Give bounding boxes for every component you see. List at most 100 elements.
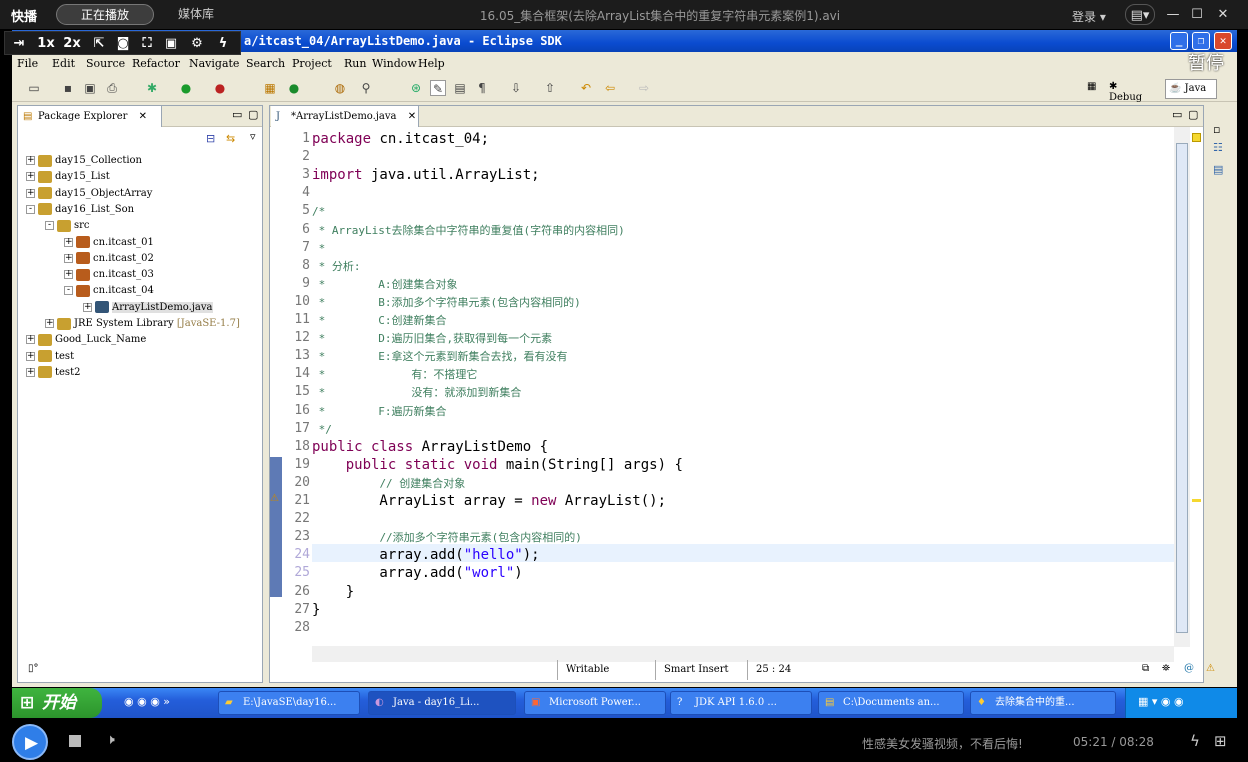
speed-2x-button[interactable]: 2x [61,35,83,52]
external-tools-icon[interactable]: ● [212,80,228,96]
view-menu-icon[interactable]: ▿ [250,130,256,143]
tree-item-label[interactable]: Good_Luck_Name [55,334,146,345]
quick-launch-icon[interactable]: ◉ ◉ ◉ » [124,695,170,708]
fit-screen-icon[interactable]: ⛶ [139,35,155,52]
code-line[interactable]: * D:遍历旧集合,获取得到每一个元素 [312,329,552,347]
grid-menu-icon[interactable]: ⊞ [1214,732,1227,750]
editor-tab-close-icon[interactable]: ✕ [408,111,416,122]
collapse-toggle-icon[interactable]: - [26,204,35,214]
status-icon-2[interactable]: ⛯ [1162,663,1170,674]
tree-item[interactable]: - src [45,218,90,234]
view-maximize-icon[interactable]: ▢ [248,108,258,121]
collapse-toggle-icon[interactable]: - [45,221,54,231]
task-eclipse[interactable]: ◐ Java - day16_Li... [368,691,516,715]
forward-icon[interactable]: ⇨ [636,80,652,96]
tree-item-label[interactable]: src [74,220,90,231]
login-label[interactable]: 登录 [1072,10,1096,24]
perspective-debug-label[interactable]: Debug [1109,92,1142,103]
tree-item[interactable]: + Good_Luck_Name [26,332,146,348]
code-line[interactable]: * 没有：就添加到新集合 [312,383,522,401]
volume-icon[interactable]: 🕨 [106,732,115,748]
perspective-java[interactable]: ☕ Java [1165,79,1217,99]
camera-icon[interactable]: ◙ [115,35,131,52]
overview-warning-icon[interactable] [1192,133,1201,142]
code-line[interactable]: } [312,601,320,619]
status-icon-4[interactable]: ⚠ [1206,663,1215,674]
link-with-editor-icon[interactable]: ⇆ [226,132,235,145]
expand-toggle-icon[interactable]: + [26,335,35,345]
code-line[interactable]: * 有：不搭理它 [312,365,478,383]
tab-close-icon[interactable]: ✕ [139,111,147,122]
code-area[interactable]: package cn.itcast_04; import java.util.Ar… [270,127,1174,647]
tab-media-library[interactable]: 媒体库 [156,4,236,25]
task-documents[interactable]: ▤ C:\Documents an... [818,691,964,715]
close-icon[interactable]: ✕ [1213,4,1233,25]
settings-icon[interactable]: ⚙ [189,35,205,52]
code-line[interactable]: } [312,583,354,601]
fast-view-icon[interactable]: ▯° [28,663,39,674]
package-explorer-tab[interactable]: ▤ Package Explorer ✕ [18,106,162,127]
menu-window[interactable]: Window [372,57,417,70]
menu-navigate[interactable]: Navigate [189,57,239,70]
menu-project[interactable]: Project [292,57,332,70]
code-line[interactable]: * C:创建新集合 [312,311,447,329]
print-icon[interactable]: ⎙ [104,80,120,96]
tree-item[interactable]: + cn.itcast_01 [64,235,154,251]
task-video-label[interactable]: 去除集合中的重... [995,697,1075,708]
tree-item[interactable]: + day15_ObjectArray [26,186,152,202]
tree-item-label[interactable]: JRE System Library [74,318,174,329]
code-line[interactable]: * ArrayList去除集合中字符串的重复值(字符串的内容相同) [312,221,625,239]
tree-item-label[interactable]: ArrayListDemo.java [112,301,213,313]
vertical-scroll-thumb[interactable] [1176,143,1188,633]
debug-icon[interactable]: ✱ [144,80,160,96]
vertical-scrollbar[interactable] [1174,127,1190,647]
new-package-icon[interactable]: ▦ [262,80,278,96]
tree-item-label[interactable]: day15_Collection [55,155,142,166]
task-documents-label[interactable]: C:\Documents an... [843,697,940,708]
code-line[interactable]: array.add("worl") [312,564,522,582]
new-icon[interactable]: ▭ [26,80,42,96]
last-edit-icon[interactable]: ↶ [578,80,594,96]
restore-icon[interactable]: ▫ [1213,123,1220,136]
code-line[interactable]: ArrayList array = new ArrayList(); [312,492,666,510]
play-button[interactable]: ▶ [12,724,48,760]
code-line[interactable]: * 分析: [312,257,361,275]
expand-toggle-icon[interactable]: + [45,319,54,328]
new-class-icon[interactable]: ● [286,80,302,96]
menu-search[interactable]: Search [246,57,285,70]
tree-item[interactable]: + day15_List [26,169,110,185]
expand-toggle-icon[interactable]: + [64,237,73,247]
toggle-breadcrumb-icon[interactable]: ⊛ [408,80,424,96]
open-type-icon[interactable]: ◍ [332,80,348,96]
code-line[interactable]: * A:创建集合对象 [312,275,458,293]
ad-text[interactable]: 性感美女发骚视频，不看后悔! [862,735,1023,752]
overview-warning-marker[interactable] [1192,499,1201,502]
task-jdk-api-label[interactable]: JDK API 1.6.0 ... [695,697,777,708]
code-line[interactable]: * [312,239,326,257]
code-line[interactable]: //添加多个字符串元素(包含内容相同的) [312,528,582,546]
outline-icon[interactable]: ☷ [1213,141,1223,154]
editor-maximize-icon[interactable]: ▢ [1188,108,1198,121]
tree-item-label[interactable]: cn.itcast_01 [93,237,154,248]
tree-item-label[interactable]: cn.itcast_04 [93,285,154,296]
export-icon[interactable]: ⇱ [91,35,107,52]
perspective-debug[interactable]: ✱ Debug [1109,81,1142,103]
skin-menu-icon[interactable]: ▤▾ [1125,4,1155,25]
tree-item-label[interactable]: test2 [55,367,80,378]
task-jdk-api[interactable]: ? JDK API 1.6.0 ... [670,691,812,715]
tab-now-playing[interactable]: 正在播放 [56,4,154,25]
exit-fullscreen-icon[interactable]: ⇥ [11,35,27,52]
run-icon[interactable]: ● [178,80,194,96]
start-button[interactable]: ⊞ 开始 [12,688,102,718]
task-explorer[interactable]: ▰ E:\JavaSE\day16... [218,691,360,715]
expand-toggle-icon[interactable]: + [83,302,92,312]
tree-item-label[interactable]: day15_ObjectArray [55,188,152,199]
menu-source[interactable]: Source [86,57,125,70]
start-label[interactable]: 开始 [42,693,76,713]
collapse-all-icon[interactable]: ⊟ [206,132,215,145]
code-line[interactable]: * B:添加多个字符串元素(包含内容相同的) [312,293,581,311]
eclipse-minimize-icon[interactable]: _ [1170,32,1188,50]
menu-help[interactable]: Help [418,57,445,70]
code-line[interactable]: */ [312,420,332,438]
lightning-icon[interactable]: ϟ [215,35,231,52]
